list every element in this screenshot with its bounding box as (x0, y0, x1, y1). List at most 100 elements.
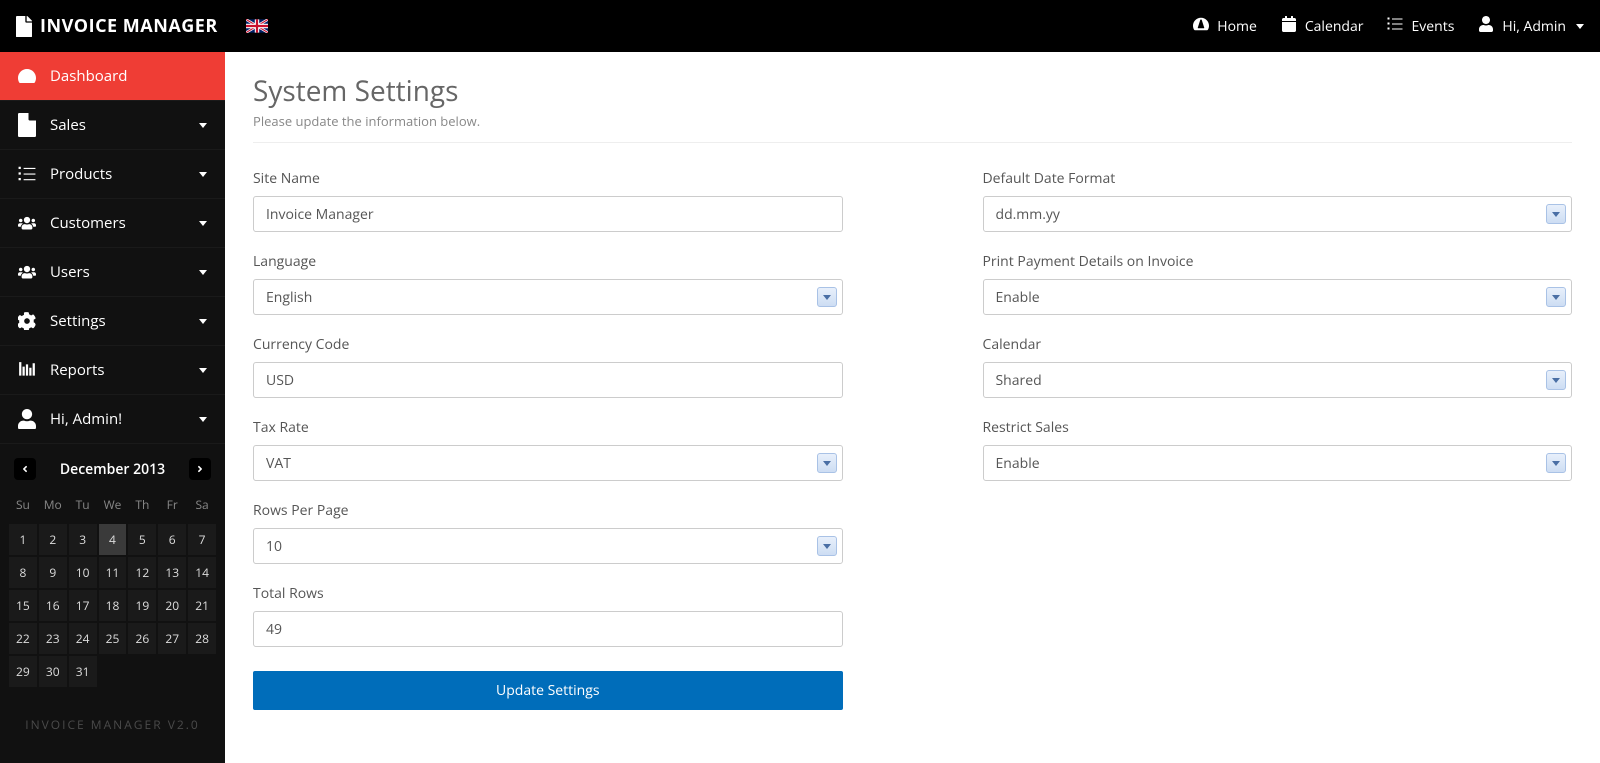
calendar-day[interactable]: 14 (187, 556, 217, 589)
calendar-day[interactable]: 8 (8, 556, 38, 589)
field-label: Tax Rate (253, 418, 843, 437)
field-print-payment-details-on-invoice: Print Payment Details on Invoice Enable (983, 252, 1573, 315)
calendar-day[interactable]: 5 (127, 523, 157, 556)
reports-icon (18, 361, 36, 379)
field-label: Print Payment Details on Invoice (983, 252, 1573, 271)
calendar-next-button[interactable] (189, 458, 211, 480)
calendar-day[interactable]: 26 (127, 622, 157, 655)
sidebar-item-customers[interactable]: Customers (0, 199, 225, 247)
calendar-day[interactable]: 17 (68, 589, 98, 622)
site-name-input[interactable] (253, 196, 843, 232)
page-subtitle: Please update the information below. (253, 112, 1572, 142)
calendar-day[interactable]: 7 (187, 523, 217, 556)
field-label: Language (253, 252, 843, 271)
users-icon (18, 263, 36, 281)
calendar-day[interactable]: 12 (127, 556, 157, 589)
calendar-day[interactable]: 28 (187, 622, 217, 655)
calendar-day[interactable]: 4 (98, 523, 128, 556)
sidebar-item-label: Settings (50, 311, 106, 331)
calendar-day[interactable]: 16 (38, 589, 68, 622)
topnav-home[interactable]: Home (1193, 16, 1257, 37)
language-flag-icon[interactable] (246, 19, 268, 33)
user-icon (1478, 16, 1494, 37)
sidebar-item-settings[interactable]: Settings (0, 297, 225, 345)
list-icon (1387, 16, 1403, 37)
calendar-day[interactable]: 27 (157, 622, 187, 655)
calendar-day[interactable]: 19 (127, 589, 157, 622)
sidebar-item-label: Reports (50, 360, 105, 380)
rows-per-page-select[interactable]: 10 (253, 528, 843, 564)
select-value: dd.mm.yy (996, 205, 1060, 224)
calendar-grid: SuMoTuWeThFrSa12345678910111213141516171… (8, 490, 217, 688)
topnav-calendar[interactable]: Calendar (1281, 16, 1364, 37)
currency-code-input[interactable] (253, 362, 843, 398)
field-site-name: Site Name (253, 169, 843, 232)
calendar-day[interactable]: 13 (157, 556, 187, 589)
calendar-day[interactable]: 30 (38, 655, 68, 688)
chevron-down-icon (199, 417, 207, 422)
brand[interactable]: INVOICE MANAGER (16, 14, 218, 38)
calendar-day[interactable]: 6 (157, 523, 187, 556)
sidebar-item-dashboard[interactable]: Dashboard (0, 52, 225, 100)
calendar-day[interactable]: 31 (68, 655, 98, 688)
update-settings-button[interactable]: Update Settings (253, 671, 843, 710)
settings-form: Site Name Language English Currency Code Tax… (253, 169, 1572, 710)
calendar-day[interactable]: 18 (98, 589, 128, 622)
calendar-day[interactable]: 1 (8, 523, 38, 556)
calendar-day[interactable]: 15 (8, 589, 38, 622)
calendar-icon (1281, 16, 1297, 37)
sidebar-item-reports[interactable]: Reports (0, 346, 225, 394)
chevron-down-icon (1576, 24, 1584, 29)
topnav-events[interactable]: Events (1387, 16, 1454, 37)
products-icon (18, 165, 36, 183)
tax-rate-select[interactable]: VAT (253, 445, 843, 481)
total-rows-input[interactable] (253, 611, 843, 647)
field-label: Site Name (253, 169, 843, 188)
field-label: Calendar (983, 335, 1573, 354)
sidebar-nav: Dashboard Sales Products Customers Users… (0, 52, 225, 444)
calendar-dow: Su (8, 490, 38, 523)
topnav-user-menu[interactable]: Hi, Admin (1478, 16, 1584, 37)
field-label: Default Date Format (983, 169, 1573, 188)
calendar-day[interactable]: 24 (68, 622, 98, 655)
sidebar-item-label: Sales (50, 115, 86, 135)
field-label: Currency Code (253, 335, 843, 354)
chevron-down-icon (199, 319, 207, 324)
language-select[interactable]: English (253, 279, 843, 315)
calendar-day[interactable]: 20 (157, 589, 187, 622)
calendar-day[interactable]: 11 (98, 556, 128, 589)
sidebar-item-label: Dashboard (50, 66, 127, 86)
sidebar-item-products[interactable]: Products (0, 150, 225, 198)
brand-text: INVOICE MANAGER (40, 14, 218, 38)
chevron-down-icon (817, 453, 837, 473)
calendar-day[interactable]: 25 (98, 622, 128, 655)
calendar-day[interactable]: 29 (8, 655, 38, 688)
calendar-day[interactable]: 21 (187, 589, 217, 622)
calendar-day[interactable]: 23 (38, 622, 68, 655)
default-date-format-select[interactable]: dd.mm.yy (983, 196, 1573, 232)
calendar-prev-button[interactable] (14, 458, 36, 480)
chevron-down-icon (199, 368, 207, 373)
calendar-day[interactable]: 9 (38, 556, 68, 589)
sidebar-item-sales[interactable]: Sales (0, 101, 225, 149)
field-currency-code: Currency Code (253, 335, 843, 398)
calendar-day[interactable]: 10 (68, 556, 98, 589)
sidebar-item-users[interactable]: Users (0, 248, 225, 296)
field-language: Language English (253, 252, 843, 315)
restrict-sales-select[interactable]: Enable (983, 445, 1573, 481)
form-column-left: Site Name Language English Currency Code Tax… (253, 169, 843, 710)
chevron-down-icon (817, 287, 837, 307)
sidebar-item-hi-admin[interactable]: Hi, Admin! (0, 395, 225, 443)
calendar-title: December 2013 (60, 460, 165, 479)
chevron-down-icon (199, 172, 207, 177)
chevron-down-icon (817, 536, 837, 556)
select-value: Enable (996, 454, 1040, 473)
print-payment-details-on-invoice-select[interactable]: Enable (983, 279, 1573, 315)
chevron-down-icon (1546, 204, 1566, 224)
calendar-dow: Th (127, 490, 157, 523)
calendar-select[interactable]: Shared (983, 362, 1573, 398)
calendar-day[interactable]: 22 (8, 622, 38, 655)
sidebar-item-label: Products (50, 164, 112, 184)
calendar-day[interactable]: 2 (38, 523, 68, 556)
calendar-day[interactable]: 3 (68, 523, 98, 556)
